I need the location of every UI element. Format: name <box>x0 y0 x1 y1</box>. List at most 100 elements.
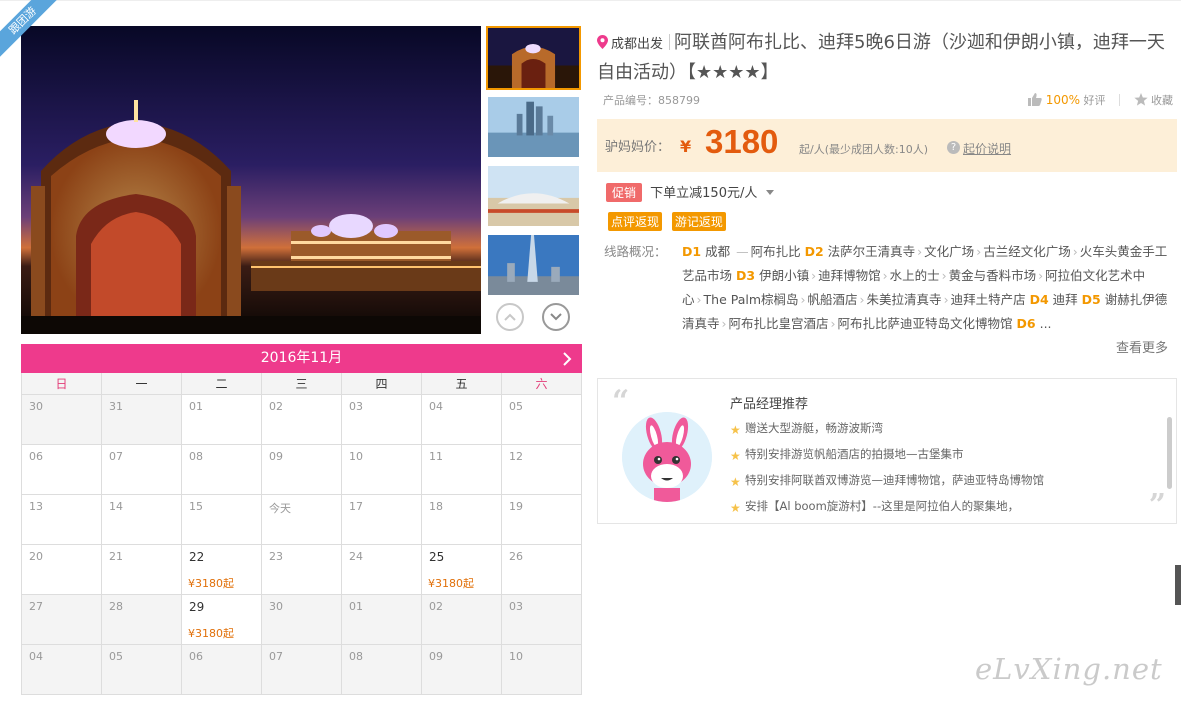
route-stop: 朱美拉清真寺 <box>866 292 942 307</box>
route-stop: 迪拜博物馆 <box>818 268 881 283</box>
day-number: 22 <box>189 550 205 564</box>
calendar-day: 24 <box>342 545 422 595</box>
thumbnail-nav <box>492 303 576 333</box>
calendar-header: 2016年11月 <box>21 344 582 373</box>
calendar-days: 30 31 01 02 03 04 05 06 07 08 09 10 11 12 13 14 15 今天 17 18… <box>21 395 582 695</box>
day-number: 09 <box>269 450 283 463</box>
day-number: 02 <box>269 400 283 413</box>
promotion[interactable]: 促销 下单立减150元/人 <box>606 182 774 202</box>
calendar-weekdays: 日一二三四五六 <box>21 373 582 395</box>
calendar-day: 31 <box>102 395 182 445</box>
thumbnail-2[interactable] <box>486 95 581 159</box>
calendar-day: 04 <box>22 645 102 695</box>
route-stop: 阿布扎比皇宫酒店 <box>728 316 829 331</box>
route-arrow-icon: › <box>800 292 806 307</box>
calendar-day: 07 <box>102 445 182 495</box>
calendar-day: 07 <box>262 645 342 695</box>
route-arrow-icon: › <box>811 268 817 283</box>
departure-city[interactable]: 成都出发 <box>597 33 663 52</box>
route-stop: 水上的士 <box>889 268 940 283</box>
meta-divider <box>1119 94 1120 106</box>
day-number: 15 <box>189 500 203 513</box>
route-arrow-icon: › <box>917 244 923 259</box>
calendar-day: 03 <box>502 595 582 645</box>
recommend-item: ★ 特别安排阿联酋双博游览—迪拜博物馆，萨迪亚特岛博物馆 <box>730 471 1044 497</box>
calendar-day: 23 <box>262 545 342 595</box>
route-day-label: D4 <box>1029 292 1049 307</box>
rebate-review[interactable]: 点评返现 <box>608 212 663 231</box>
day-number: 今天 <box>269 502 291 515</box>
recommend-text: 特别安排游览帆船酒店的拍摄地—古堡集市 <box>745 447 964 461</box>
route-arrow-icon: › <box>976 244 982 259</box>
calendar-day: 05 <box>502 395 582 445</box>
day-number: 09 <box>429 650 443 663</box>
calendar-day: 10 <box>502 645 582 695</box>
route-stop: The Palm棕榈岛 <box>703 292 799 307</box>
day-number: 23 <box>269 550 283 563</box>
top-divider <box>0 0 1181 1</box>
favorite-button[interactable]: 收藏 <box>1133 93 1173 107</box>
watermark: eLvXing.net <box>975 652 1163 686</box>
calendar-day: 15 <box>182 495 262 545</box>
calendar-day: 20 <box>22 545 102 595</box>
page-scrollbar[interactable] <box>1175 565 1181 605</box>
route-stop: 法萨尔王清真寺 <box>827 244 916 259</box>
route-day-label: D5 <box>1081 292 1101 307</box>
route-stop: 帆船酒店 <box>807 292 858 307</box>
day-number: 08 <box>349 650 363 663</box>
title-divider <box>669 34 671 50</box>
quote-close-icon: ” <box>1148 488 1166 523</box>
weekday-label: 六 <box>502 373 582 395</box>
recommend-text: 安排【Al boom旋游村】--这里是阿拉伯人的聚集地， <box>745 499 1020 513</box>
day-number: 19 <box>509 500 523 513</box>
price-help-link[interactable]: ? 起价说明 <box>947 140 1011 157</box>
calendar-day-available[interactable]: 22 ¥3180起 <box>182 545 262 595</box>
day-number: 10 <box>509 650 523 663</box>
route-stop: 迪拜 <box>1052 292 1078 307</box>
manager-recommendation: “ 产品经理推荐 ★ 赠送大型游艇，畅游波斯湾 ★ 特别安排游览帆船酒店的拍摄地—古堡… <box>597 378 1177 524</box>
promo-text: 下单立减150元/人 <box>650 186 758 201</box>
departure-label: 成都出发 <box>611 37 664 52</box>
star-icon: ★ <box>730 423 741 437</box>
chevron-right-icon[interactable] <box>560 351 574 367</box>
recommend-scrollbar[interactable] <box>1167 417 1172 489</box>
rebate-travelogue[interactable]: 游记返现 <box>671 212 726 231</box>
calendar-day-available[interactable]: 25 ¥3180起 <box>422 545 502 595</box>
thumb-next-button[interactable] <box>542 303 570 331</box>
recommend-text: 赠送大型游艇，畅游波斯湾 <box>745 421 883 435</box>
route-day-label: D2 <box>804 244 824 259</box>
calendar-day: 17 <box>342 495 422 545</box>
weekday-label: 五 <box>422 373 502 395</box>
thumbnail-3[interactable] <box>486 164 581 228</box>
route-stop: 古兰经文化广场 <box>983 244 1071 259</box>
route-overview: 线路概况： D1 成都 — 阿布扎比 D2 法萨尔王清真寺 › 文化广场 › 古兰经文化广场 ›… <box>604 240 1174 336</box>
thumbnail-4[interactable] <box>486 233 581 297</box>
see-more-link[interactable]: 查看更多 <box>1116 337 1168 356</box>
thumbnail-1[interactable] <box>486 26 581 90</box>
calendar-day-available[interactable]: 29 ¥3180起 <box>182 595 262 645</box>
main-photo[interactable] <box>21 26 481 334</box>
price-unit: 起/人(最少成团人数:10人) <box>799 143 928 156</box>
day-number: 03 <box>349 400 363 413</box>
price-box: 驴妈妈价： ¥ 3180 起/人(最少成团人数:10人) ? 起价说明 <box>597 119 1177 172</box>
day-number: 10 <box>349 450 363 463</box>
route-days: D1 成都 — 阿布扎比 D2 法萨尔王清真寺 › 文化广场 › 古兰经文化广场 › 火车头黄金手… <box>682 240 1174 336</box>
price-label: 驴妈妈价： <box>605 140 671 155</box>
weekday-label: 一 <box>102 373 182 395</box>
calendar-day: 02 <box>262 395 342 445</box>
calendar-day: 10 <box>342 445 422 495</box>
product-code: 产品编号：858799 <box>603 94 700 107</box>
route-arrow-icon: › <box>941 268 947 283</box>
thumb-prev-button[interactable] <box>496 303 524 331</box>
calendar-day: 26 <box>502 545 582 595</box>
product-title-block: 成都出发 阿联酋阿布扎比、迪拜5晚6日游（沙迦和伊朗小镇，迪拜一天自由活动）【★… <box>597 28 1172 88</box>
route-arrow-icon: › <box>859 292 865 307</box>
route-arrow-icon: › <box>882 268 888 283</box>
day-number: 01 <box>189 400 203 413</box>
route-arrow-icon: › <box>943 292 949 307</box>
price-currency: ¥ <box>680 137 692 156</box>
route-stop: 迪拜土特产店 <box>950 292 1026 307</box>
group-tour-ribbon: 跟团游 <box>0 0 70 70</box>
rebate-tags: 点评返现 游记返现 <box>608 212 732 231</box>
route-arrow-icon: › <box>1072 244 1078 259</box>
